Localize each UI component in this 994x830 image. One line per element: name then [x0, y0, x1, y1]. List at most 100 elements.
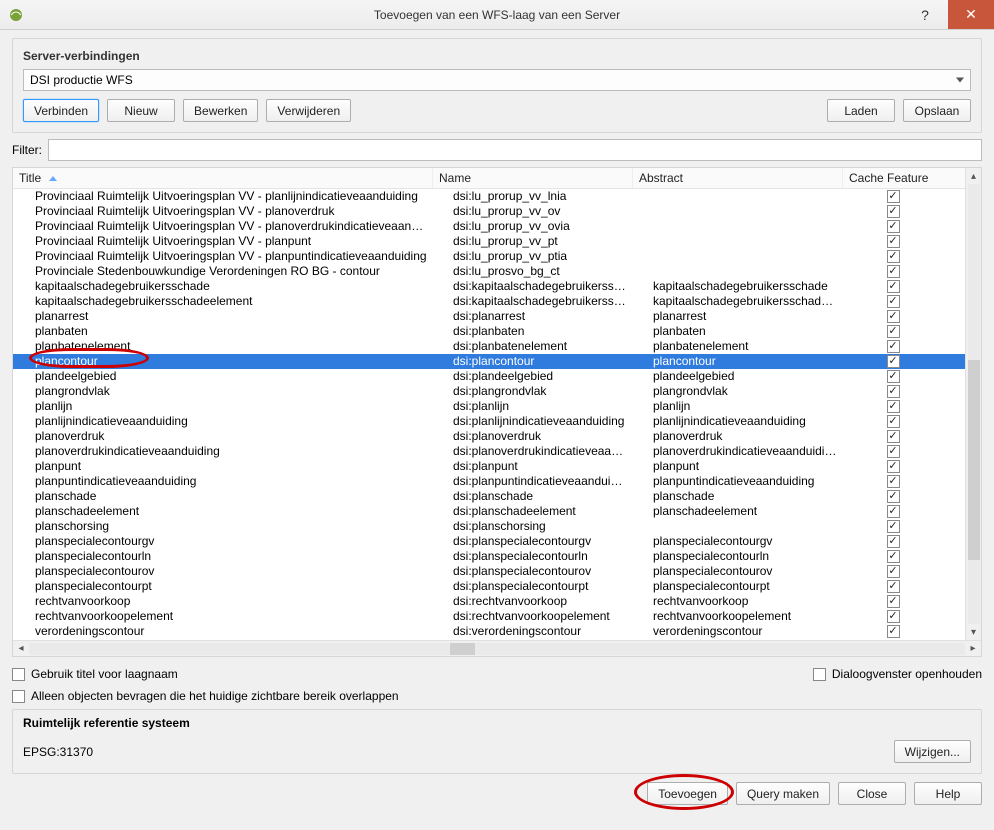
cache-checkbox[interactable]: [887, 550, 900, 563]
table-row[interactable]: plancontourdsi:plancontourplancontour: [13, 354, 981, 369]
cache-checkbox[interactable]: [887, 295, 900, 308]
row-name: dsi:planbaten: [433, 324, 633, 339]
cache-checkbox[interactable]: [887, 370, 900, 383]
cache-checkbox[interactable]: [887, 250, 900, 263]
cache-checkbox[interactable]: [887, 280, 900, 293]
cache-checkbox[interactable]: [887, 610, 900, 623]
row-abstract: kapitaalschadegebruikersschadeelement: [633, 294, 843, 309]
scroll-up-icon[interactable]: ▴: [966, 168, 982, 184]
change-srs-button[interactable]: Wijzigen...: [894, 740, 971, 763]
col-header-name[interactable]: Name: [433, 168, 633, 188]
cache-checkbox[interactable]: [887, 415, 900, 428]
cache-checkbox[interactable]: [887, 430, 900, 443]
table-row[interactable]: Provinciale Stedenbouwkundige Verordenin…: [13, 264, 981, 279]
cache-checkbox[interactable]: [887, 325, 900, 338]
row-title: planschorsing: [13, 519, 433, 534]
cache-checkbox[interactable]: [887, 580, 900, 593]
vertical-scrollbar[interactable]: ▴ ▾: [965, 168, 981, 640]
cache-checkbox[interactable]: [887, 400, 900, 413]
table-row[interactable]: Provinciaal Ruimtelijk Uitvoeringsplan V…: [13, 249, 981, 264]
table-row[interactable]: planpuntdsi:planpuntplanpunt: [13, 459, 981, 474]
table-row[interactable]: planschorsingdsi:planschorsing: [13, 519, 981, 534]
scroll-down-icon[interactable]: ▾: [966, 624, 982, 640]
filter-input[interactable]: [48, 139, 982, 161]
table-row[interactable]: plandeelgebieddsi:plandeelgebiedplandeel…: [13, 369, 981, 384]
build-query-button[interactable]: Query maken: [736, 782, 830, 805]
table-row[interactable]: kapitaalschadegebruikersschadeelementdsi…: [13, 294, 981, 309]
row-abstract: planbaten: [633, 324, 843, 339]
add-button[interactable]: Toevoegen: [647, 782, 728, 805]
table-row[interactable]: planspecialecontourlndsi:planspecialecon…: [13, 549, 981, 564]
help-button[interactable]: Help: [914, 782, 982, 805]
row-title: rechtvanvoorkoop: [13, 594, 433, 609]
cache-checkbox[interactable]: [887, 505, 900, 518]
cache-checkbox[interactable]: [887, 310, 900, 323]
cache-checkbox[interactable]: [887, 565, 900, 578]
cache-checkbox[interactable]: [887, 520, 900, 533]
table-row[interactable]: rechtvanvoorkoopdsi:rechtvanvoorkooprech…: [13, 594, 981, 609]
titlebar-help-button[interactable]: ?: [902, 0, 948, 29]
table-row[interactable]: planspecialecontourgvdsi:planspecialecon…: [13, 534, 981, 549]
table-row[interactable]: planlijnindicatieveaanduidingdsi:planlij…: [13, 414, 981, 429]
new-button[interactable]: Nieuw: [107, 99, 175, 122]
delete-button[interactable]: Verwijderen: [266, 99, 351, 122]
table-row[interactable]: planspecialecontourovdsi:planspecialecon…: [13, 564, 981, 579]
table-row[interactable]: planpuntindicatieveaanduidingdsi:planpun…: [13, 474, 981, 489]
table-row[interactable]: planbatendsi:planbatenplanbaten: [13, 324, 981, 339]
table-row[interactable]: plangrondvlakdsi:plangrondvlakplangrondv…: [13, 384, 981, 399]
row-abstract: planspecialecontourgv: [633, 534, 843, 549]
edit-button[interactable]: Bewerken: [183, 99, 258, 122]
col-header-title[interactable]: Title: [13, 168, 433, 188]
col-header-abstract[interactable]: Abstract: [633, 168, 843, 188]
cache-checkbox[interactable]: [887, 490, 900, 503]
cache-checkbox[interactable]: [887, 220, 900, 233]
table-row[interactable]: planoverdrukindicatieveaanduidingdsi:pla…: [13, 444, 981, 459]
table-row[interactable]: planspecialecontourptdsi:planspecialecon…: [13, 579, 981, 594]
keep-dialog-open-checkbox[interactable]: [813, 668, 826, 681]
only-visible-extent-checkbox[interactable]: [12, 690, 25, 703]
scroll-left-icon[interactable]: ◂: [13, 641, 29, 657]
table-row[interactable]: rechtvanvoorkoopelementdsi:rechtvanvoork…: [13, 609, 981, 624]
table-row[interactable]: verordeningscontourdsi:verordeningsconto…: [13, 624, 981, 639]
server-select[interactable]: DSI productie WFS: [23, 69, 971, 91]
cache-checkbox[interactable]: [887, 460, 900, 473]
table-row[interactable]: planschadedsi:planschadeplanschade: [13, 489, 981, 504]
cache-checkbox[interactable]: [887, 385, 900, 398]
table-row[interactable]: planoverdrukdsi:planoverdrukplanoverdruk: [13, 429, 981, 444]
load-button[interactable]: Laden: [827, 99, 895, 122]
cache-checkbox[interactable]: [887, 235, 900, 248]
table-row[interactable]: Provinciaal Ruimtelijk Uitvoeringsplan V…: [13, 189, 981, 204]
table-row[interactable]: planschadeelementdsi:planschadeelementpl…: [13, 504, 981, 519]
srs-value: EPSG:31370: [23, 745, 93, 759]
cache-checkbox[interactable]: [887, 190, 900, 203]
cache-checkbox[interactable]: [887, 475, 900, 488]
horizontal-scrollbar[interactable]: ◂ ▸: [13, 640, 981, 656]
close-dialog-button[interactable]: Close: [838, 782, 906, 805]
scroll-right-icon[interactable]: ▸: [965, 641, 981, 657]
cache-checkbox[interactable]: [887, 355, 900, 368]
row-title: planoverdruk: [13, 429, 433, 444]
cache-checkbox[interactable]: [887, 205, 900, 218]
cache-checkbox[interactable]: [887, 595, 900, 608]
row-name: dsi:planspecialecontourpt: [433, 579, 633, 594]
table-row[interactable]: planarrestdsi:planarrestplanarrest: [13, 309, 981, 324]
row-abstract: [633, 264, 843, 279]
table-row[interactable]: planbatenelementdsi:planbatenelementplan…: [13, 339, 981, 354]
cache-checkbox[interactable]: [887, 340, 900, 353]
table-row[interactable]: Provinciaal Ruimtelijk Uitvoeringsplan V…: [13, 234, 981, 249]
cache-checkbox[interactable]: [887, 265, 900, 278]
cache-checkbox[interactable]: [887, 535, 900, 548]
col-header-cache[interactable]: Cache Feature: [843, 168, 943, 188]
close-button[interactable]: ✕: [948, 0, 994, 29]
table-row[interactable]: Provinciaal Ruimtelijk Uitvoeringsplan V…: [13, 204, 981, 219]
table-row[interactable]: kapitaalschadegebruikersschadedsi:kapita…: [13, 279, 981, 294]
table-row[interactable]: planlijndsi:planlijnplanlijn: [13, 399, 981, 414]
cache-checkbox[interactable]: [887, 445, 900, 458]
row-abstract: planlijn: [633, 399, 843, 414]
table-row[interactable]: Provinciaal Ruimtelijk Uitvoeringsplan V…: [13, 219, 981, 234]
row-abstract: planspecialecontourov: [633, 564, 843, 579]
use-title-checkbox[interactable]: [12, 668, 25, 681]
connect-button[interactable]: Verbinden: [23, 99, 99, 122]
save-button[interactable]: Opslaan: [903, 99, 971, 122]
cache-checkbox[interactable]: [887, 625, 900, 638]
